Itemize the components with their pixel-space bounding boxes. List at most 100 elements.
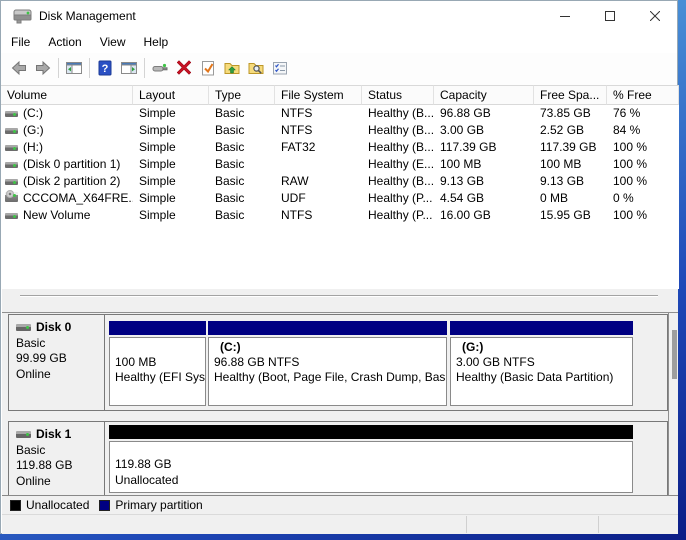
pane-splitter[interactable] [2, 289, 678, 312]
tool-button[interactable] [148, 56, 172, 80]
partition-c[interactable]: (C:) 96.88 GB NTFS Healthy (Boot, Page F… [208, 315, 447, 410]
disk-icon [16, 324, 31, 331]
cell-type: Basic [209, 156, 275, 173]
cell-pct: 0 % [607, 190, 679, 207]
disk-1-header[interactable]: Disk 1 Basic 119.88 GB Online [9, 422, 105, 495]
checklist-button[interactable] [268, 56, 292, 80]
table-row[interactable]: New VolumeSimpleBasicNTFSHealthy (P...16… [1, 207, 679, 224]
cell-fs: UDF [275, 190, 362, 207]
partition-status: Healthy (EFI Sys [115, 370, 205, 385]
cell-layout: Simple [133, 156, 209, 173]
cell-free: 9.13 GB [534, 173, 607, 190]
show-action-pane-button[interactable] [117, 56, 141, 80]
disk-size: 119.88 GB [16, 458, 104, 474]
legend-bar: Unallocated Primary partition [2, 495, 678, 514]
table-row[interactable]: (G:)SimpleBasicNTFSHealthy (B...3.00 GB2… [1, 122, 679, 139]
help-icon: ? [96, 59, 114, 77]
cell-layout: Simple [133, 207, 209, 224]
cell-type: Basic [209, 105, 275, 122]
help-button[interactable]: ? [93, 56, 117, 80]
table-row[interactable]: (H:)SimpleBasicFAT32Healthy (B...117.39 … [1, 139, 679, 156]
cell-capacity: 16.00 GB [434, 207, 534, 224]
splitter-groove-highlight [20, 296, 658, 297]
console-tree-icon [65, 59, 83, 77]
partition-g[interactable]: (G:) 3.00 GB NTFS Healthy (Basic Data Pa… [450, 315, 633, 410]
volume-name: (G:) [23, 122, 44, 139]
cell-capacity: 100 MB [434, 156, 534, 173]
partition-color-bar [109, 425, 633, 439]
table-row[interactable]: (Disk 2 partition 2)SimpleBasicRAWHealth… [1, 173, 679, 190]
title-bar[interactable]: Disk Management [1, 1, 677, 32]
tool-icon [151, 59, 169, 77]
cell-fs: NTFS [275, 105, 362, 122]
cell-fs: RAW [275, 173, 362, 190]
partition-unallocated[interactable]: 119.88 GB Unallocated [109, 422, 633, 495]
partition-size: 96.88 GB NTFS [214, 355, 446, 370]
menu-file[interactable]: File [2, 32, 39, 53]
column-header-free-space[interactable]: Free Spa... [534, 85, 607, 105]
forward-button[interactable] [31, 56, 55, 80]
table-row[interactable]: (Disk 0 partition 1)SimpleBasicHealthy (… [1, 156, 679, 173]
disk-icon [5, 162, 18, 168]
partition-label: (G:) [456, 340, 632, 355]
legend-label-primary: Primary partition [115, 498, 202, 512]
cell-pct: 100 % [607, 139, 679, 156]
table-row[interactable]: CCCOMA_X64FRE...SimpleBasicUDFHealthy (P… [1, 190, 679, 207]
checklist-icon [271, 59, 289, 77]
maximize-button[interactable] [587, 1, 632, 31]
close-button[interactable] [632, 1, 677, 31]
check-document-button[interactable] [196, 56, 220, 80]
column-header-status[interactable]: Status [362, 85, 434, 105]
disk-name: Disk 0 [36, 320, 71, 336]
cell-free: 117.39 GB [534, 139, 607, 156]
cell-pct: 100 % [607, 173, 679, 190]
cell-type: Basic [209, 173, 275, 190]
partition-efi[interactable]: 100 MB Healthy (EFI Sys [109, 315, 206, 410]
disk-0-header[interactable]: Disk 0 Basic 99.99 GB Online [9, 315, 105, 410]
partition-label: (C:) [214, 340, 446, 355]
vertical-scrollbar-thumb[interactable] [672, 330, 677, 379]
menu-view[interactable]: View [91, 32, 135, 53]
column-header-type[interactable]: Type [209, 85, 275, 105]
table-row[interactable]: (C:)SimpleBasicNTFSHealthy (B...96.88 GB… [1, 105, 679, 122]
cell-volume: New Volume [1, 207, 133, 224]
cell-layout: Simple [133, 173, 209, 190]
column-header-capacity[interactable]: Capacity [434, 85, 534, 105]
cell-status: Healthy (P... [362, 190, 434, 207]
partition-info-box: (G:) 3.00 GB NTFS Healthy (Basic Data Pa… [450, 337, 633, 406]
disk-icon [5, 111, 18, 117]
menu-action[interactable]: Action [39, 32, 90, 53]
column-header-volume[interactable]: Volume [1, 85, 133, 105]
disk-0-row: Disk 0 Basic 99.99 GB Online 100 MB Heal… [8, 314, 668, 411]
cell-volume: (Disk 0 partition 1) [1, 156, 133, 173]
folder-up-icon [223, 59, 241, 77]
cell-volume: (H:) [1, 139, 133, 156]
cell-fs: NTFS [275, 207, 362, 224]
svg-text:?: ? [102, 63, 109, 75]
graphical-view-pane: Disk 0 Basic 99.99 GB Online 100 MB Heal… [2, 312, 678, 495]
partition-size: 100 MB [115, 355, 205, 370]
back-button[interactable] [7, 56, 31, 80]
folder-search-icon [247, 59, 265, 77]
disk-icon [5, 145, 18, 151]
show-console-tree-button[interactable] [62, 56, 86, 80]
partition-label [115, 340, 205, 355]
column-header-file-system[interactable]: File System [275, 85, 362, 105]
cell-capacity: 4.54 GB [434, 190, 534, 207]
column-header-pct-free[interactable]: % Free [607, 85, 679, 105]
toolbar-separator [144, 58, 145, 78]
menu-help[interactable]: Help [135, 32, 178, 53]
cell-pct: 76 % [607, 105, 679, 122]
folder-up-button[interactable] [220, 56, 244, 80]
cell-type: Basic [209, 190, 275, 207]
partition-color-bar [450, 321, 633, 335]
volume-name: New Volume [23, 207, 90, 224]
delete-button[interactable] [172, 56, 196, 80]
cell-status: Healthy (B... [362, 173, 434, 190]
column-header-layout[interactable]: Layout [133, 85, 209, 105]
check-document-icon [199, 59, 217, 77]
cell-volume: CCCOMA_X64FRE... [1, 190, 133, 207]
minimize-button[interactable] [542, 1, 587, 31]
folder-search-button[interactable] [244, 56, 268, 80]
partition-status: Healthy (Basic Data Partition) [456, 370, 632, 385]
